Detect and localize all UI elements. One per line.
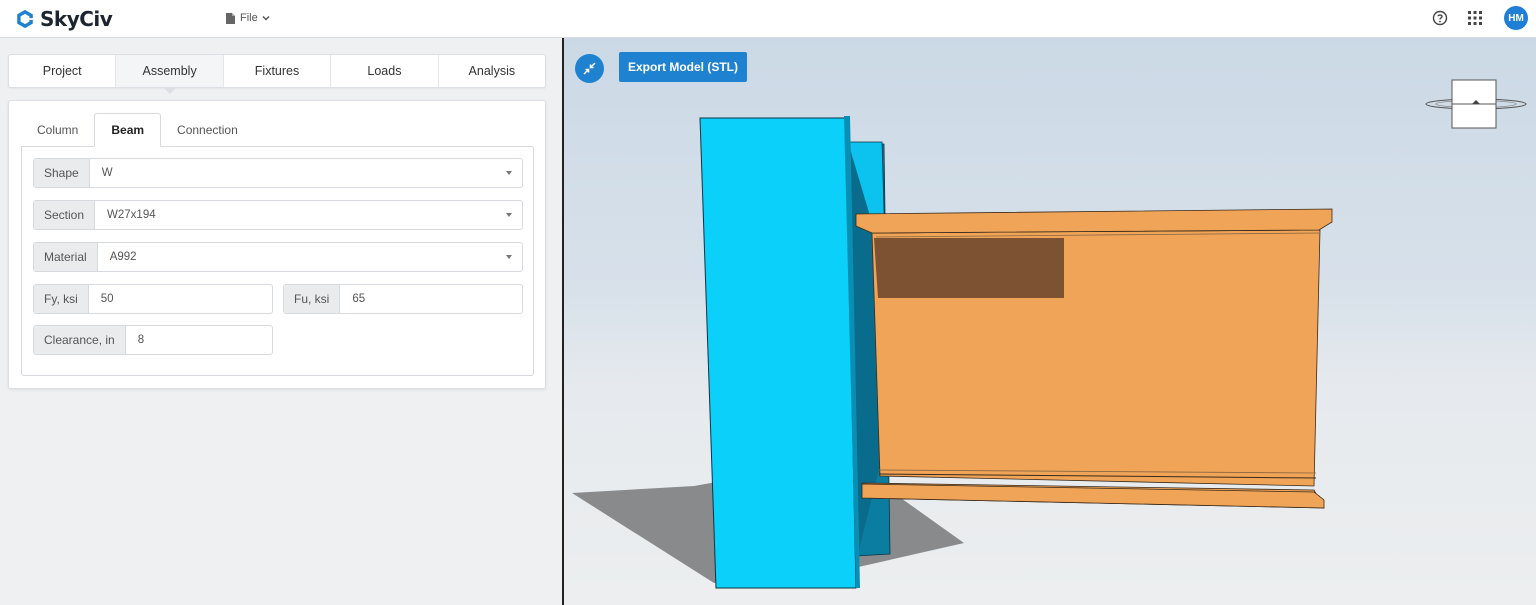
collapse-arrows-icon (583, 62, 596, 75)
fy-field[interactable]: Fy, ksi 50 (33, 284, 273, 314)
apps-grid-icon[interactable] (1468, 11, 1482, 25)
skyciv-logo-icon (17, 9, 33, 29)
material-value[interactable]: A992 (98, 243, 522, 271)
dropdown-caret-icon (506, 171, 512, 175)
clearance-field[interactable]: Clearance, in 8 (33, 325, 273, 355)
file-menu[interactable]: File (226, 12, 275, 24)
fu-input[interactable]: 65 (340, 285, 522, 313)
shape-value-text: W (101, 167, 113, 179)
shape-value[interactable]: W (90, 159, 522, 187)
file-menu-label: File (240, 12, 258, 24)
fy-label: Fy, ksi (34, 285, 89, 313)
section-value[interactable]: W27x194 (95, 201, 522, 229)
assembly-card: Column Beam Connection Shape W Section W… (8, 100, 546, 389)
tab-loads[interactable]: Loads (331, 55, 439, 87)
fy-input[interactable]: 50 (89, 285, 272, 313)
user-avatar[interactable]: HM (1504, 6, 1528, 30)
subtab-column[interactable]: Column (21, 113, 94, 147)
column-front-flange (699, 117, 857, 589)
section-label: Section (34, 201, 96, 229)
clearance-input[interactable]: 8 (126, 326, 272, 354)
clearance-label: Clearance, in (34, 326, 126, 354)
model-viewport[interactable]: Export Model (STL) (564, 38, 1536, 605)
beam-web-shadow (874, 238, 1064, 298)
material-select[interactable]: Material A992 (33, 242, 523, 272)
shape-label: Shape (34, 159, 90, 187)
file-icon (226, 12, 235, 24)
navigation-cube[interactable] (1424, 78, 1528, 130)
sub-tabs: Column Beam Connection (21, 113, 254, 147)
section-value-text: W27x194 (107, 209, 156, 221)
shape-select[interactable]: Shape W (33, 158, 523, 188)
tab-assembly[interactable]: Assembly (116, 55, 224, 94)
left-panel: Project Assembly Fixtures Loads Analysis… (0, 38, 562, 605)
help-icon[interactable] (1432, 10, 1448, 26)
beam-form: Shape W Section W27x194 Material A992 Fy… (21, 146, 534, 376)
tab-analysis[interactable]: Analysis (439, 55, 545, 87)
dropdown-caret-icon (506, 213, 512, 217)
tab-project[interactable]: Project (9, 55, 117, 87)
tab-fixtures[interactable]: Fixtures (224, 55, 332, 87)
material-label: Material (34, 243, 98, 271)
collapse-panel-button[interactable] (575, 54, 604, 83)
fu-field[interactable]: Fu, ksi 65 (283, 284, 523, 314)
subtab-beam[interactable]: Beam (94, 113, 162, 147)
material-value-text: A992 (109, 251, 137, 263)
subtab-connection[interactable]: Connection (161, 113, 254, 147)
main-tabs: Project Assembly Fixtures Loads Analysis (8, 54, 546, 94)
model-3d-scene[interactable] (564, 38, 1536, 605)
section-select[interactable]: Section W27x194 (33, 200, 523, 230)
fu-label: Fu, ksi (284, 285, 341, 313)
top-bar: SkyCiv File HM (0, 0, 1536, 38)
chevron-down-icon (262, 15, 270, 21)
dropdown-caret-icon (506, 255, 512, 259)
beam-top-flange (855, 208, 1333, 234)
skyciv-logo[interactable]: SkyCiv (14, 6, 113, 32)
logo-text: SkyCiv (40, 7, 113, 31)
export-stl-button[interactable]: Export Model (STL) (619, 52, 747, 82)
